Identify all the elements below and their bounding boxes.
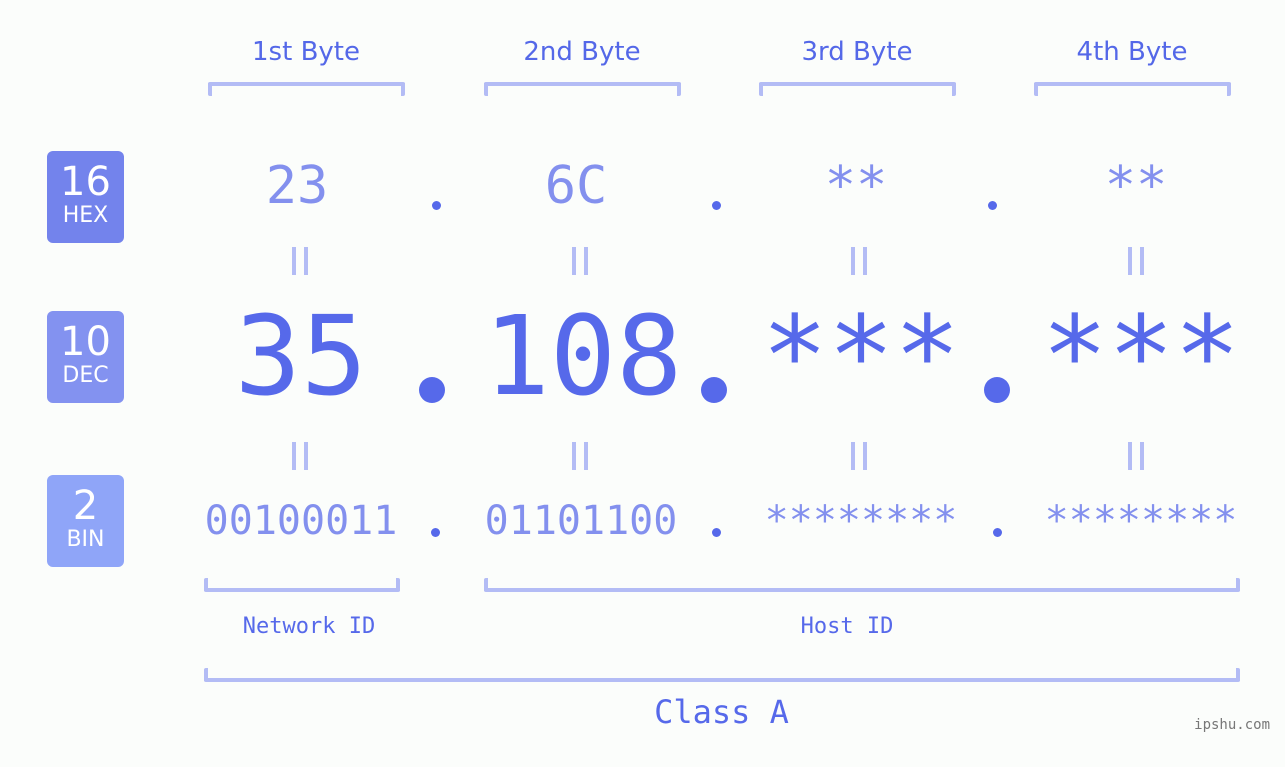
equals-sign-icon [1128,442,1144,470]
dec-octet-4: *** [1041,292,1241,420]
equals-sign-icon [851,247,867,275]
equals-sign-icon [572,442,588,470]
byte-bracket-4 [1034,82,1231,96]
bin-separator-dot-3 [993,528,1002,537]
bin-base-badge: 2 BIN [47,475,124,567]
host-id-label: Host ID [800,614,894,639]
byte-header-1: 1st Byte [252,37,360,67]
byte-bracket-3 [759,82,956,96]
dec-separator-dot-1 [419,377,445,403]
dec-base-number: 10 [60,319,111,365]
byte-bracket-1 [208,82,405,96]
bin-octet-4: ******** [1044,498,1238,544]
bin-separator-dot-2 [712,528,721,537]
network-id-label: Network ID [242,614,376,639]
dec-base-badge: 10 DEC [47,311,124,403]
equals-sign-icon [1128,247,1144,275]
hex-base-label: HEX [62,203,109,228]
equals-sign-icon [851,442,867,470]
ip-address-diagram: 1st Byte 2nd Byte 3rd Byte 4th Byte 16 H… [0,0,1285,767]
watermark: ipshu.com [1194,717,1270,733]
equals-sign-icon [572,247,588,275]
dec-octet-1: 35 [234,292,368,420]
byte-header-2: 2nd Byte [523,37,641,67]
bin-octet-1: 00100011 [204,498,398,544]
host-id-bracket [484,578,1240,592]
bin-base-label: BIN [66,527,105,552]
dec-octet-3: *** [761,292,961,420]
hex-separator-dot-2 [712,201,721,210]
bin-base-number: 2 [72,483,99,529]
equals-sign-icon [292,442,308,470]
hex-octet-3: ** [824,156,888,216]
bin-octet-2: 01101100 [484,498,678,544]
hex-base-badge: 16 HEX [47,151,124,243]
hex-octet-1: 23 [265,156,329,216]
byte-bracket-2 [484,82,681,96]
class-bracket [204,668,1240,682]
hex-separator-dot-1 [432,201,441,210]
bin-octet-3: ******** [764,498,958,544]
hex-octet-2: 6C [544,156,608,216]
equals-sign-icon [292,247,308,275]
byte-header-4: 4th Byte [1076,37,1188,67]
dec-separator-dot-3 [984,377,1010,403]
byte-header-3: 3rd Byte [801,37,913,67]
hex-base-number: 16 [60,159,111,205]
bin-separator-dot-1 [431,528,440,537]
dec-octet-2: 108 [483,292,683,420]
hex-separator-dot-3 [988,201,997,210]
dec-separator-dot-2 [701,377,727,403]
hex-octet-4: ** [1104,156,1168,216]
class-label: Class A [654,693,789,731]
dec-base-label: DEC [62,363,109,388]
network-id-bracket [204,578,400,592]
